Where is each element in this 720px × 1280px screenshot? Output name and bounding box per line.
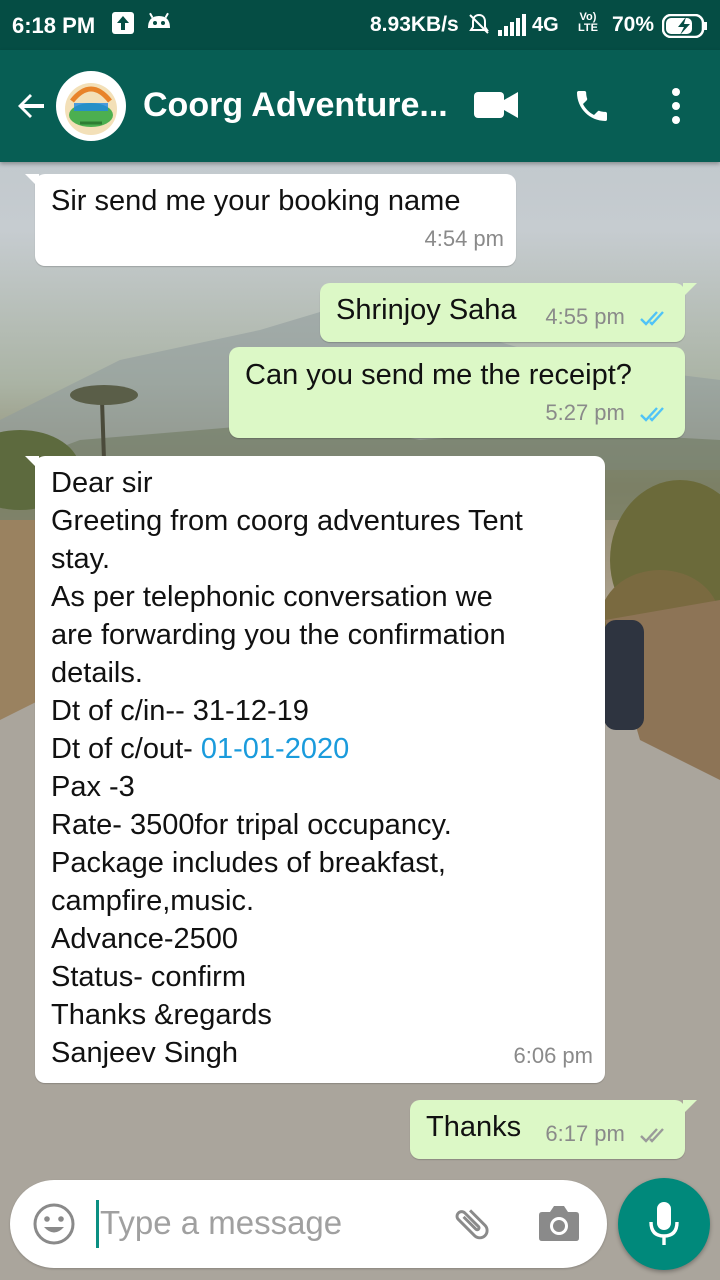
message-text: Can you send me the receipt? — [245, 359, 632, 391]
message-text: Thanks — [426, 1111, 522, 1143]
text-cursor — [96, 1200, 99, 1248]
read-ticks-icon — [640, 311, 664, 326]
message-time: 6:17 pm — [545, 1121, 625, 1146]
more-vert-icon[interactable] — [664, 86, 688, 131]
message-time: 5:27 pm — [545, 400, 625, 425]
back-arrow-icon[interactable] — [14, 88, 50, 129]
message-outgoing[interactable]: Thanks 6:17 pm — [410, 1100, 697, 1159]
chat-header: Coorg Adventure... — [0, 50, 720, 162]
battery-percent: 70% — [612, 13, 655, 36]
volte-indicator: Vo) LTE — [578, 11, 598, 34]
mic-button[interactable] — [618, 1178, 710, 1270]
message-meta: 4:55 pm — [545, 298, 671, 336]
avatar[interactable] — [56, 71, 126, 141]
chat-title[interactable]: Coorg Adventure... — [143, 86, 448, 125]
message-outgoing[interactable]: Can you send me the receipt? 5:27 pm — [229, 347, 685, 438]
delivered-ticks-icon — [640, 1128, 664, 1143]
message-incoming[interactable]: Dear sir Greeting from coorg adventures … — [25, 456, 605, 1083]
network-speed: 8.93KB/s — [370, 13, 459, 36]
battery-charging-icon — [661, 13, 708, 44]
message-text: Sir send me your booking name — [51, 185, 461, 217]
date-link[interactable]: 01-01-2020 — [201, 733, 349, 765]
attach-icon[interactable] — [450, 1202, 494, 1251]
camera-icon[interactable] — [538, 1204, 580, 1247]
message-text: Shrinjoy Saha — [336, 294, 517, 326]
message-incoming[interactable]: Sir send me your booking name 4:54 pm — [25, 174, 516, 266]
message-text: Dear sir Greeting from coorg adventures … — [51, 467, 523, 1069]
android-icon — [146, 12, 172, 40]
message-time: 4:54 pm — [424, 226, 505, 251]
mic-icon — [649, 1202, 679, 1245]
status-bar: 6:18 PM 8.93KB/s 4G Vo) LTE 70% — [0, 0, 720, 50]
signal-icon — [498, 14, 528, 42]
video-call-icon[interactable] — [474, 90, 518, 125]
phone-icon[interactable] — [572, 86, 612, 131]
upload-icon — [112, 12, 134, 40]
status-time: 6:18 PM — [12, 13, 96, 38]
message-meta: 5:27 pm — [545, 394, 671, 432]
emoji-icon[interactable] — [32, 1202, 76, 1251]
message-outgoing[interactable]: Shrinjoy Saha 4:55 pm — [320, 283, 697, 342]
read-ticks-icon — [640, 407, 664, 422]
network-type: 4G — [532, 14, 559, 36]
message-time: 4:55 pm — [545, 304, 625, 329]
message-meta: 6:17 pm — [545, 1115, 671, 1153]
message-input[interactable]: Type a message — [100, 1204, 342, 1242]
message-composer[interactable]: Type a message — [10, 1180, 607, 1268]
notifications-off-icon — [467, 12, 491, 42]
message-time: 6:06 pm — [513, 1043, 594, 1068]
